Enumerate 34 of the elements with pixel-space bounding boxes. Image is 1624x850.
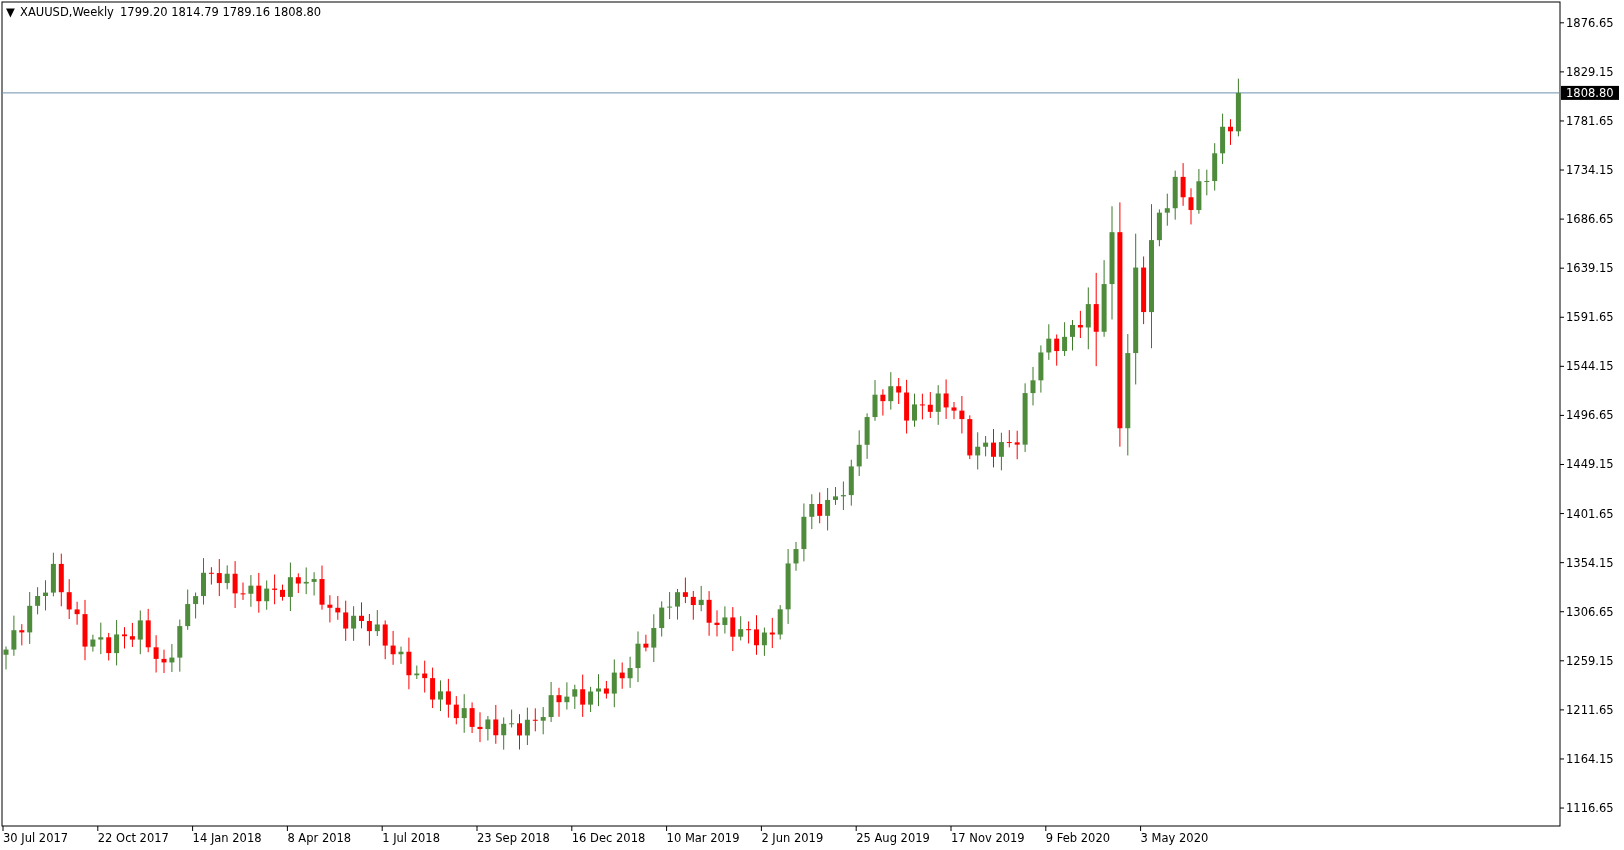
price-label: 1306.65 xyxy=(1566,604,1614,619)
price-label: 1829.15 xyxy=(1566,64,1614,79)
price-label: 1781.65 xyxy=(1566,113,1614,128)
date-label: 22 Oct 2017 xyxy=(97,831,169,845)
date-label: 30 Jul 2017 xyxy=(3,831,69,845)
ohlc-values: 1799.20 1814.79 1789.16 1808.80 xyxy=(120,5,322,19)
price-label: 1496.65 xyxy=(1566,408,1614,423)
price-label: 1164.15 xyxy=(1566,751,1614,766)
date-label: 14 Jan 2018 xyxy=(192,831,262,845)
date-label: 16 Dec 2018 xyxy=(571,831,646,845)
price-label: 1449.15 xyxy=(1566,457,1614,472)
date-label: 9 Feb 2020 xyxy=(1045,831,1111,845)
price-label: 1354.15 xyxy=(1566,555,1614,570)
price-label: 1116.65 xyxy=(1566,801,1614,816)
date-label: 8 Apr 2018 xyxy=(287,831,352,845)
current-price-tag: 1808.80 xyxy=(1561,85,1619,100)
price-label: 1876.65 xyxy=(1566,15,1614,30)
price-label: 1544.15 xyxy=(1566,359,1614,374)
date-label: 23 Sep 2018 xyxy=(477,831,550,845)
date-label: 3 May 2020 xyxy=(1140,831,1209,845)
date-label: 2 Jun 2019 xyxy=(761,831,824,845)
price-label: 1639.15 xyxy=(1566,261,1614,276)
price-label: 1591.65 xyxy=(1566,310,1614,325)
collapse-icon[interactable]: ▼ xyxy=(6,5,15,19)
price-label: 1734.15 xyxy=(1566,163,1614,178)
date-label: 17 Nov 2019 xyxy=(951,831,1025,845)
price-label: 1259.15 xyxy=(1566,653,1614,668)
price-label: 1686.65 xyxy=(1566,212,1614,227)
price-label: 1401.65 xyxy=(1566,506,1614,521)
date-label: 10 Mar 2019 xyxy=(666,831,740,845)
chart-symbol: XAUUSD,Weekly xyxy=(20,5,114,19)
price-label: 1211.65 xyxy=(1566,702,1614,717)
date-label: 25 Aug 2019 xyxy=(856,831,930,845)
date-label: 1 Jul 2018 xyxy=(382,831,440,845)
